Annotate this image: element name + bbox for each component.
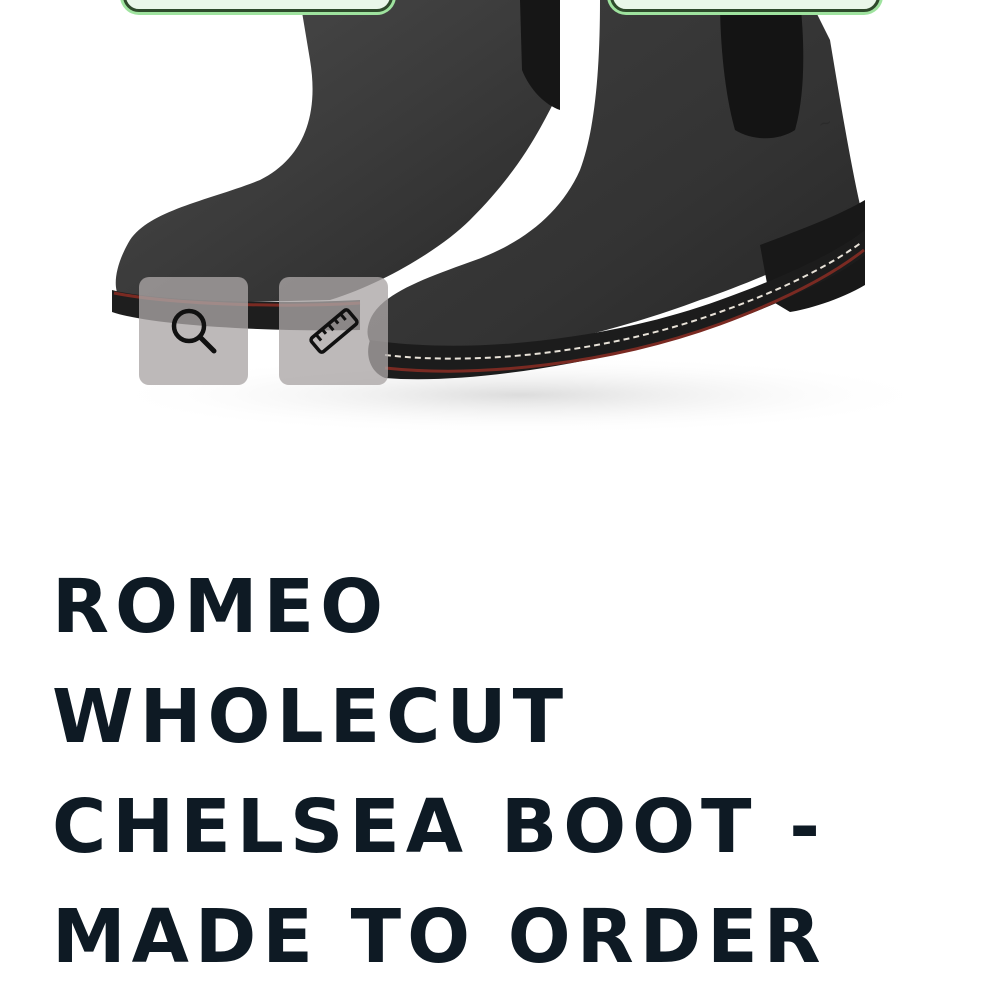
magnifier-icon [171,308,216,354]
boot-photo: ~ [100,0,940,435]
product-image-gallery: ~ [0,0,1000,470]
ruler-icon [308,308,359,354]
variant-badge-right[interactable] [610,0,880,12]
variant-badge-left[interactable] [123,0,393,12]
size-guide-button[interactable] [279,277,388,385]
product-title: ROMEO WHOLECUT CHELSEA BOOT - MADE TO OR… [52,564,827,980]
zoom-button[interactable] [139,277,248,385]
